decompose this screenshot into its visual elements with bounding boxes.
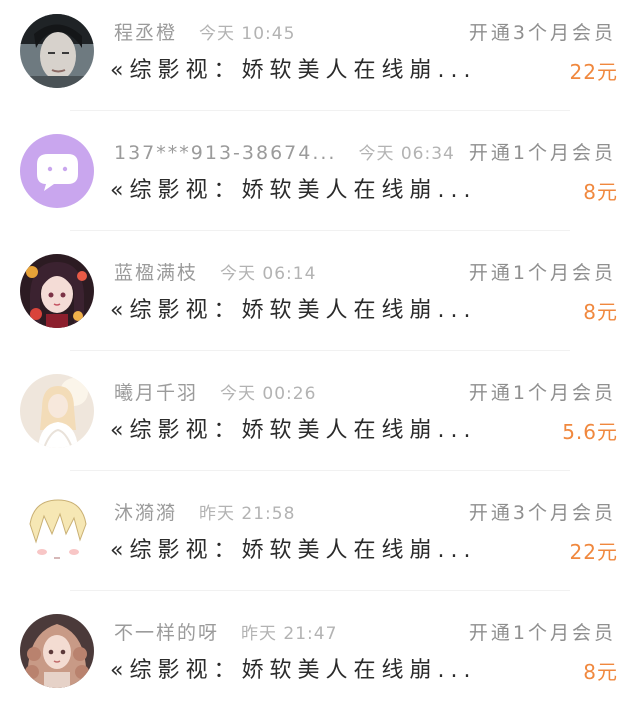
- order-time: 昨天 21:58: [199, 504, 296, 524]
- divider: [70, 110, 570, 111]
- list-item[interactable]: 137***913-38674... 今天 06:34 «综影视：娇软美人在线崩.…: [0, 120, 640, 240]
- buyer-name: 程丞橙: [114, 22, 178, 44]
- list-item[interactable]: 蓝楹满枝 今天 06:14 «综影视：娇软美人在线崩... 开通1个月会员 8元: [0, 240, 640, 360]
- book-title[interactable]: «综影视：娇软美人在线崩...: [110, 54, 476, 88]
- divider: [70, 230, 570, 231]
- list-item[interactable]: 程丞橙 今天 10:45 «综影视：娇软美人在线崩... 开通3个月会员 22元: [0, 0, 640, 120]
- membership-desc: 开通1个月会员: [468, 382, 616, 404]
- membership-desc: 开通1个月会员: [468, 142, 616, 164]
- chat-bubble-avatar-icon[interactable]: [20, 134, 94, 208]
- divider: [70, 470, 570, 471]
- order-time: 昨天 21:47: [241, 624, 338, 644]
- buyer-name: 沐漪漪: [114, 502, 178, 524]
- order-amount: 5.6元: [562, 420, 618, 444]
- buyer-name-line: 曦月千羽 今天 00:26: [114, 378, 316, 408]
- order-amount: 22元: [569, 60, 618, 84]
- buyer-name-line: 蓝楹满枝 今天 06:14: [114, 258, 316, 288]
- order-time: 今天 10:45: [199, 24, 296, 44]
- book-title[interactable]: «综影视：娇软美人在线崩...: [110, 414, 476, 448]
- order-amount: 8元: [583, 300, 618, 324]
- male-portrait-avatar-icon[interactable]: [20, 14, 94, 88]
- book-title[interactable]: «综影视：娇软美人在线崩...: [110, 534, 476, 568]
- divider: [70, 590, 570, 591]
- curly-hair-girl-avatar-icon[interactable]: [20, 614, 94, 688]
- anime-girl-flowers-avatar-icon[interactable]: [20, 254, 94, 328]
- buyer-name: 曦月千羽: [114, 382, 199, 404]
- order-time: 今天 00:26: [220, 384, 317, 404]
- divider: [70, 350, 570, 351]
- membership-desc: 开通3个月会员: [468, 22, 616, 44]
- buyer-name: 137***913-38674...: [114, 142, 337, 164]
- order-time: 今天 06:34: [358, 144, 455, 164]
- buyer-name-line: 沐漪漪 昨天 21:58: [114, 498, 295, 528]
- cartoon-blonde-avatar-icon[interactable]: [20, 494, 94, 568]
- membership-desc: 开通1个月会员: [468, 622, 616, 644]
- purchase-record-list: 程丞橙 今天 10:45 «综影视：娇软美人在线崩... 开通3个月会员 22元 …: [0, 0, 640, 708]
- order-amount: 22元: [569, 540, 618, 564]
- book-title[interactable]: «综影视：娇软美人在线崩...: [110, 174, 476, 208]
- white-dress-girl-avatar-icon[interactable]: [20, 374, 94, 448]
- order-amount: 8元: [583, 660, 618, 684]
- buyer-name: 不一样的呀: [114, 622, 220, 644]
- book-title[interactable]: «综影视：娇软美人在线崩...: [110, 294, 476, 328]
- order-time: 今天 06:14: [220, 264, 317, 284]
- membership-desc: 开通1个月会员: [468, 262, 616, 284]
- buyer-name-line: 程丞橙 今天 10:45: [114, 18, 295, 48]
- list-item[interactable]: 曦月千羽 今天 00:26 «综影视：娇软美人在线崩... 开通1个月会员 5.6…: [0, 360, 640, 480]
- buyer-name-line: 不一样的呀 昨天 21:47: [114, 618, 337, 648]
- buyer-name-line: 137***913-38674... 今天 06:34: [114, 138, 455, 168]
- order-amount: 8元: [583, 180, 618, 204]
- book-title[interactable]: «综影视：娇软美人在线崩...: [110, 654, 476, 688]
- buyer-name: 蓝楹满枝: [114, 262, 199, 284]
- list-item[interactable]: 沐漪漪 昨天 21:58 «综影视：娇软美人在线崩... 开通3个月会员 22元: [0, 480, 640, 600]
- membership-desc: 开通3个月会员: [468, 502, 616, 524]
- list-item[interactable]: 不一样的呀 昨天 21:47 «综影视：娇软美人在线崩... 开通1个月会员 8元: [0, 600, 640, 720]
